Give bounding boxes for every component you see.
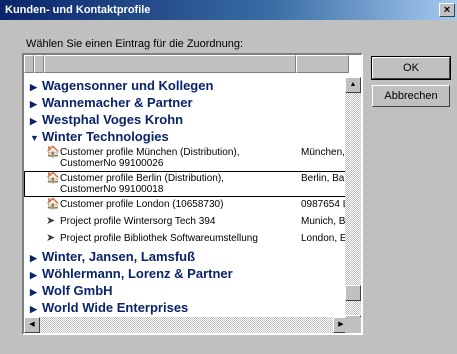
item-subtitle: CustomerNo 99100018 [60,184,164,195]
close-icon: × [443,4,451,16]
window-title: Kunden- und Kontaktprofile [5,4,151,16]
item-location: Berlin, Bal [301,173,347,184]
group-label: Winter, Jansen, Lamsfuß [42,249,196,264]
group-label: World Wide Enterprises [42,300,189,315]
item-location: London, E [301,233,347,244]
item-subtitle: CustomerNo 99100026 [60,158,164,169]
group-row[interactable]: ▶ Wolf GmbH [24,282,349,299]
arrow-right-icon: ▶ [338,321,344,328]
column-header [24,55,349,73]
group-label: Westphal Voges Krohn [42,112,184,127]
customer-profile-icon: 🏠 [46,198,60,210]
list-item[interactable]: ➤ Project profile Bibliothek Softwareums… [24,231,349,248]
column-header-cell[interactable] [44,55,296,73]
project-profile-icon: ➤ [46,232,56,244]
vertical-scrollbar[interactable]: ▲ ▼ [345,77,361,331]
group-row[interactable]: ▶ Wagensonner und Kollegen [24,77,349,94]
scrollbar-thumb[interactable] [345,285,361,301]
group-label: Wolf GmbH [42,283,113,298]
scroll-left-button[interactable]: ◀ [24,317,40,333]
group-row[interactable]: ▶ Westphal Voges Krohn [24,111,349,128]
group-row[interactable]: ▶ Wöhlermann, Lorenz & Partner [24,265,349,282]
customer-profile-icon: 🏠 [46,146,60,158]
group-row[interactable]: ▶ Winter, Jansen, Lamsfuß [24,248,349,265]
scroll-up-button[interactable]: ▲ [345,77,361,93]
group-label: Winter Technologies [42,129,169,144]
scrollbar-corner [345,317,361,333]
horizontal-scrollbar[interactable]: ◀ ▶ [24,317,349,333]
column-header-cell[interactable] [24,55,34,73]
list-item[interactable]: 🏠 Customer profile München (Distribution… [24,145,349,171]
list-rows: ▶ Wagensonner und Kollegen ▶ Wannemacher &… [24,77,349,316]
list-item[interactable]: 🏠 Customer profile London (10658730) 098… [24,197,349,214]
item-location: 0987654 L [301,199,349,210]
close-button[interactable]: × [439,3,455,17]
customer-profile-icon: 🏠 [46,172,60,184]
arrow-up-icon: ▲ [349,81,357,88]
instruction-label: Wählen Sie einen Eintrag für die Zuordnu… [26,38,244,50]
ok-button[interactable]: OK [371,56,451,80]
title-bar: Kunden- und Kontaktprofile × [0,0,457,20]
group-row[interactable]: ▶ Wannemacher & Partner [24,94,349,111]
group-row[interactable]: ▶ World Wide Enterprises [24,299,349,316]
cancel-button[interactable]: Abbrechen [372,85,450,107]
project-profile-icon: ➤ [46,215,56,227]
group-label: Wannemacher & Partner [42,95,193,110]
item-location: München, [301,147,345,158]
list-item[interactable]: ➤ Project profile Wintersorg Tech 394 Mu… [24,214,349,231]
list-item-selected[interactable]: 🏠 Customer profile Berlin (Distribution)… [24,171,349,197]
group-row-expanded[interactable]: ▼ Winter Technologies [24,128,349,145]
group-label: Wöhlermann, Lorenz & Partner [42,266,233,281]
profile-list[interactable]: ▶ Wagensonner und Kollegen ▶ Wannemacher &… [22,53,363,335]
column-header-cell[interactable] [296,55,349,73]
group-label: Wagensonner und Kollegen [42,78,214,93]
collapsed-arrow-icon[interactable]: ▶ [30,301,42,318]
column-header-cell[interactable] [34,55,44,73]
arrow-left-icon: ◀ [29,321,35,328]
item-location: Munich, B [301,216,346,227]
